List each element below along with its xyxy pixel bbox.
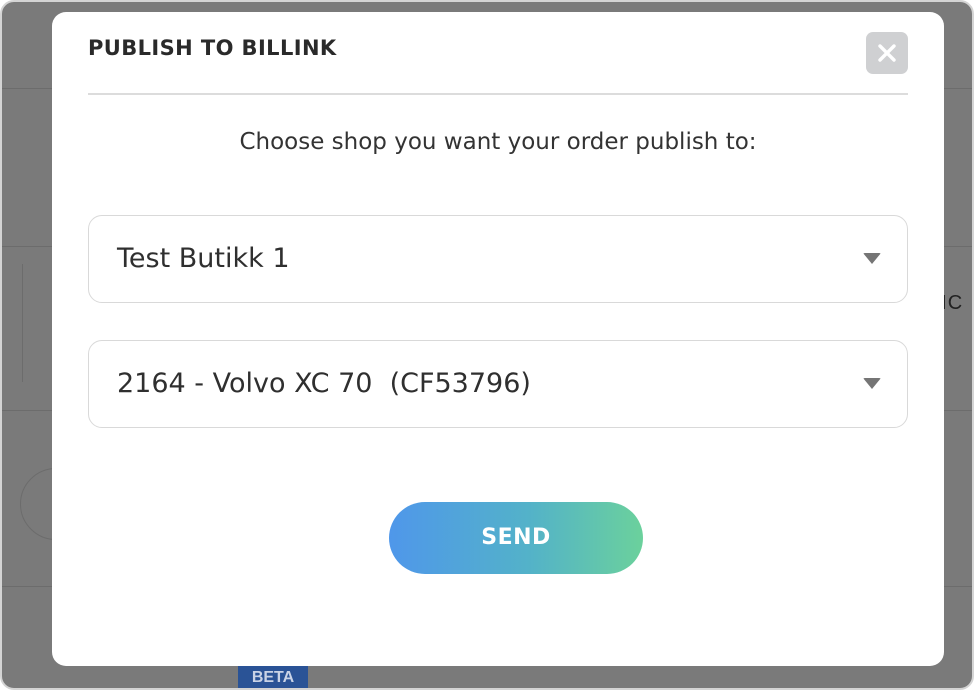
vehicle-select[interactable]: 2164 - Volvo XC 70 (CF53796) xyxy=(88,340,908,428)
caret-down-icon xyxy=(863,378,881,389)
modal-title: PUBLISH TO BILLINK xyxy=(88,36,337,60)
shop-select-value: Test Butikk 1 xyxy=(117,243,290,274)
background-card-edge xyxy=(22,264,23,382)
modal-prompt: Choose shop you want your order publish … xyxy=(239,129,757,155)
beta-badge: BETA xyxy=(238,664,308,688)
close-button[interactable] xyxy=(866,32,908,74)
close-icon xyxy=(878,44,896,62)
caret-down-icon xyxy=(863,253,881,264)
vehicle-select-value: 2164 - Volvo XC 70 (CF53796) xyxy=(117,368,531,399)
publish-modal: PUBLISH TO BILLINK Choose shop you want … xyxy=(52,12,944,666)
modal-divider xyxy=(88,93,908,95)
shop-select[interactable]: Test Butikk 1 xyxy=(88,215,908,303)
screen: TIC cti BETA PUBLISH TO BILLINK Choose s… xyxy=(0,0,974,690)
send-button[interactable]: SEND xyxy=(389,502,643,574)
